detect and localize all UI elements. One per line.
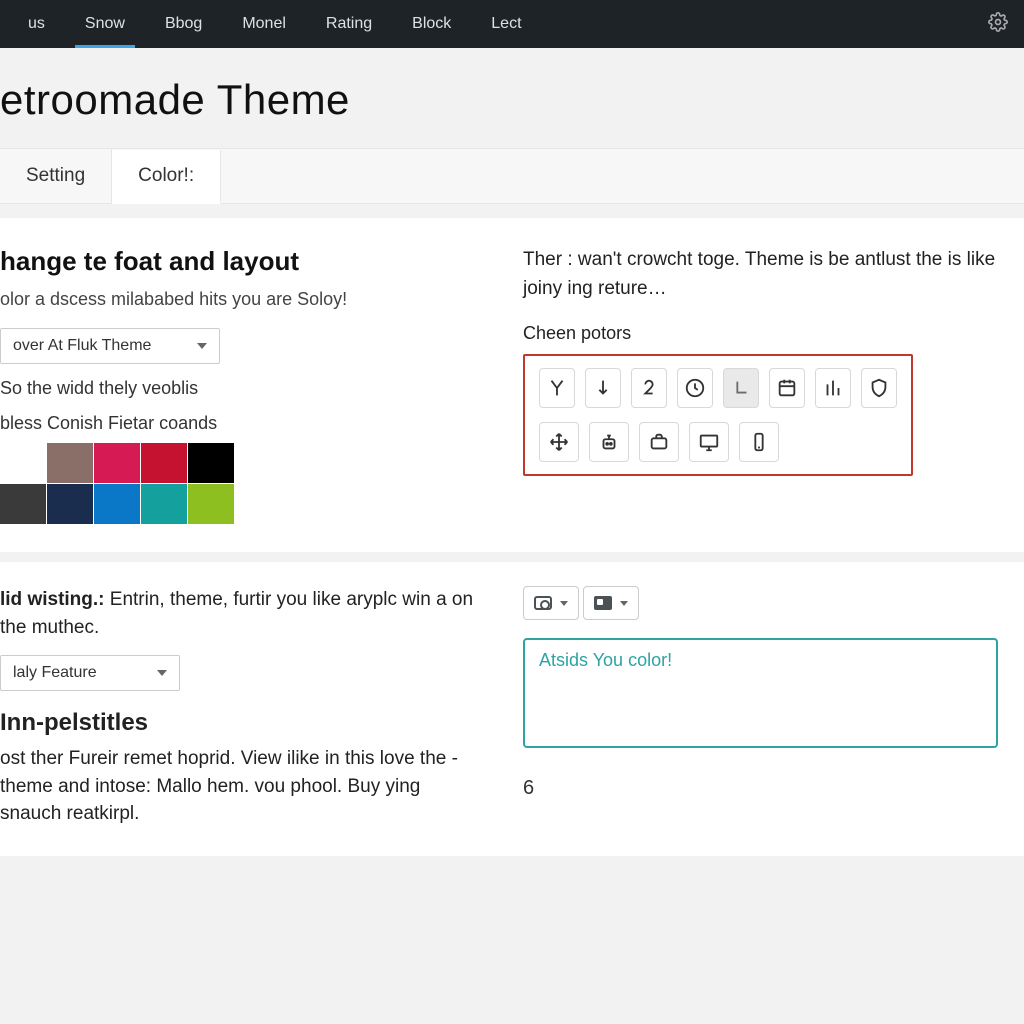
clock-icon[interactable] bbox=[677, 368, 713, 408]
y-icon[interactable] bbox=[539, 368, 575, 408]
swatch-teal[interactable] bbox=[141, 484, 187, 524]
briefcase-icon[interactable] bbox=[639, 422, 679, 462]
wisting-paragraph: lid wisting.: Entrin, theme, furtir you … bbox=[0, 586, 483, 641]
square-icon bbox=[594, 596, 612, 610]
icon-picker-label: Cheen potors bbox=[523, 323, 1006, 344]
feature-select-value: laly Feature bbox=[13, 664, 97, 682]
image-type-select-1[interactable] bbox=[523, 586, 579, 620]
chevron-down-icon bbox=[157, 670, 167, 676]
heading-change-layout: hange te foat and layout bbox=[0, 246, 483, 277]
chevron-down-icon bbox=[197, 343, 207, 349]
swatch-pink[interactable] bbox=[94, 443, 140, 483]
swatch-navy[interactable] bbox=[47, 484, 93, 524]
inn-heading: Inn-pelstitles bbox=[0, 709, 483, 737]
swatch-label: bless Conish Fietar coands bbox=[0, 413, 483, 434]
nav-item-rating[interactable]: Rating bbox=[306, 0, 392, 48]
nav-item-monel[interactable]: Monel bbox=[222, 0, 306, 48]
gear-icon[interactable] bbox=[988, 12, 1016, 37]
number-2-icon[interactable] bbox=[631, 368, 667, 408]
l-shape-icon[interactable] bbox=[723, 368, 759, 408]
color-swatches-grid bbox=[0, 443, 234, 524]
swatch-darkgray[interactable] bbox=[0, 484, 46, 524]
icon-picker bbox=[523, 354, 913, 476]
top-nav: us Snow Bbog Monel Rating Block Lect bbox=[0, 0, 1024, 48]
section-theme: hange te foat and layout olor a dscess m… bbox=[0, 218, 1024, 552]
image-type-select-2[interactable] bbox=[583, 586, 639, 620]
swatch-green[interactable] bbox=[188, 484, 234, 524]
inn-body: ost ther Fureir remet hoprid. View ilike… bbox=[0, 745, 483, 828]
left-column: hange te foat and layout olor a dscess m… bbox=[0, 246, 483, 524]
icon-row-2 bbox=[539, 422, 897, 462]
nav-item-us[interactable]: us bbox=[8, 0, 65, 48]
bars-icon[interactable] bbox=[815, 368, 851, 408]
section-features: lid wisting.: Entrin, theme, furtir you … bbox=[0, 562, 1024, 856]
swatch-blue[interactable] bbox=[94, 484, 140, 524]
swatch-empty bbox=[0, 443, 46, 483]
calendar-icon[interactable] bbox=[769, 368, 805, 408]
wisting-lead: lid wisting.: bbox=[0, 589, 105, 610]
chevron-down-icon bbox=[620, 601, 628, 606]
swatch-black[interactable] bbox=[188, 443, 234, 483]
feature-select[interactable]: laly Feature bbox=[0, 655, 180, 691]
tab-setting[interactable]: Setting bbox=[0, 149, 112, 203]
text-widd-line: So the widd thely veoblis bbox=[0, 378, 483, 399]
left-column-2: lid wisting.: Entrin, theme, furtir you … bbox=[0, 586, 483, 828]
tab-color[interactable]: Color!: bbox=[112, 150, 221, 204]
arrow-down-icon[interactable] bbox=[585, 368, 621, 408]
swatch-brown[interactable] bbox=[47, 443, 93, 483]
icon-row-1 bbox=[539, 368, 897, 408]
subtitle-color-desc: olor a dscess milababed hits you are Sol… bbox=[0, 289, 483, 310]
robot-icon[interactable] bbox=[589, 422, 629, 462]
phone-icon[interactable] bbox=[739, 422, 779, 462]
theme-description: Ther : wan't crowcht toge. Theme is be a… bbox=[523, 246, 1006, 303]
right-column: Ther : wan't crowcht toge. Theme is be a… bbox=[523, 246, 1006, 524]
theme-select-value: over At Fluk Theme bbox=[13, 337, 151, 355]
color-textarea[interactable] bbox=[523, 638, 998, 748]
right-column-2: 6 bbox=[523, 586, 1006, 828]
tabs: Setting Color!: bbox=[0, 148, 1024, 204]
theme-select[interactable]: over At Fluk Theme bbox=[0, 328, 220, 364]
move-icon[interactable] bbox=[539, 422, 579, 462]
nav-item-block[interactable]: Block bbox=[392, 0, 471, 48]
nav-item-bbog[interactable]: Bbog bbox=[145, 0, 222, 48]
swatch-red[interactable] bbox=[141, 443, 187, 483]
char-counter: 6 bbox=[523, 777, 1006, 800]
nav-item-snow[interactable]: Snow bbox=[65, 0, 145, 48]
page-title: etroomade Theme bbox=[0, 48, 1024, 148]
monitor-icon[interactable] bbox=[689, 422, 729, 462]
chevron-down-icon bbox=[560, 601, 568, 606]
camera-icon bbox=[534, 596, 552, 610]
shield-icon[interactable] bbox=[861, 368, 897, 408]
nav-item-lect[interactable]: Lect bbox=[471, 0, 541, 48]
